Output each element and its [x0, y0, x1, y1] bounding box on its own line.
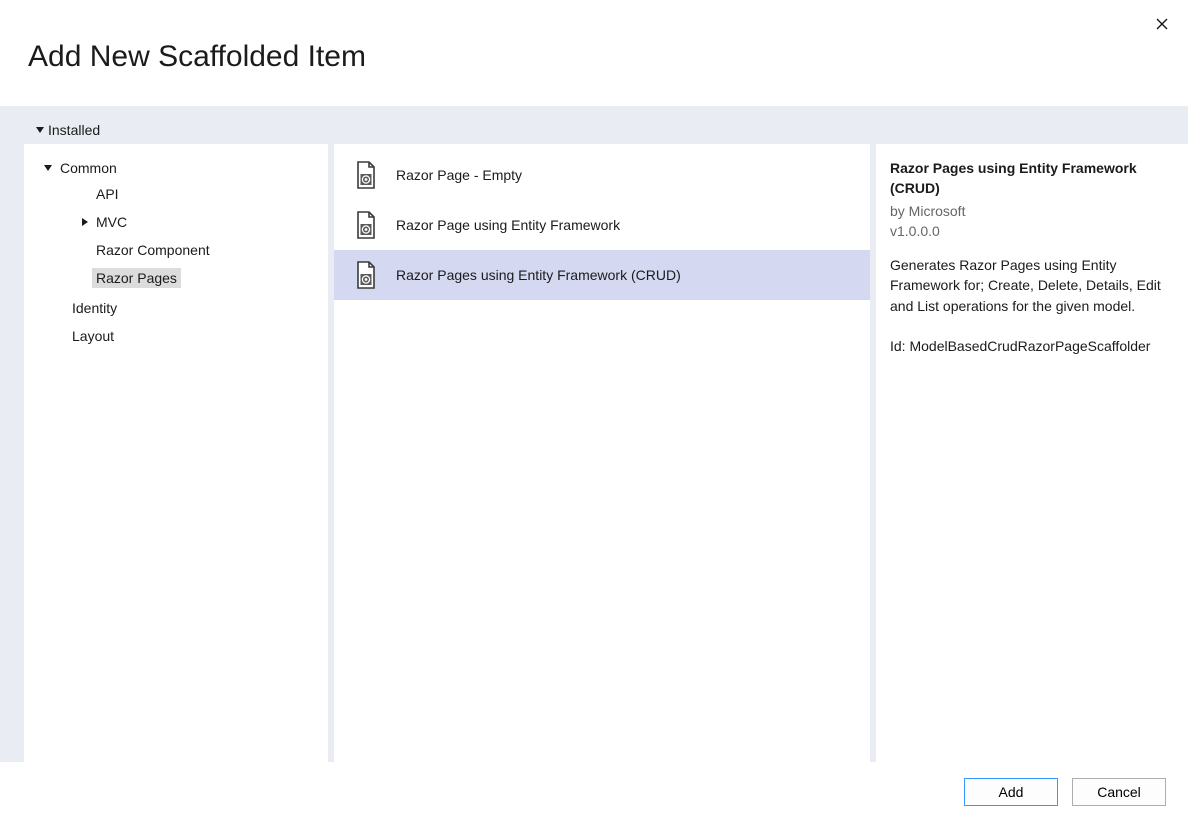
close-button[interactable]: [1152, 14, 1172, 34]
scaffold-dialog: Add New Scaffolded Item Installed: [0, 0, 1188, 822]
category-tree: Common API MVC: [24, 144, 328, 762]
dialog-body: Installed Common API: [0, 106, 1188, 762]
tree-node-label: Layout: [68, 326, 118, 346]
tree-node-mvc[interactable]: MVC: [32, 210, 320, 234]
details-title: Razor Pages using Entity Framework (CRUD…: [890, 158, 1174, 199]
tree-node-label: Razor Pages: [92, 268, 181, 288]
tree-node-identity[interactable]: Identity: [32, 296, 320, 320]
template-item-crud[interactable]: Razor Pages using Entity Framework (CRUD…: [334, 250, 870, 300]
tree-node-razor-component[interactable]: Razor Component: [32, 238, 320, 262]
details-author: by Microsoft: [890, 201, 1174, 221]
tab-installed[interactable]: Installed: [30, 114, 106, 144]
template-details: Razor Pages using Entity Framework (CRUD…: [876, 144, 1188, 762]
details-version: v1.0.0.0: [890, 221, 1174, 241]
cancel-button[interactable]: Cancel: [1072, 778, 1166, 806]
tree-node-label: MVC: [92, 212, 131, 232]
chevron-down-icon: [36, 127, 44, 133]
template-item-empty[interactable]: Razor Page - Empty: [334, 150, 870, 200]
tree-node-common[interactable]: Common: [32, 156, 320, 180]
category-tabbar: Installed: [0, 106, 1188, 144]
columns: Common API MVC: [0, 144, 1188, 762]
tree-node-label: Razor Component: [92, 240, 214, 260]
tab-label: Installed: [48, 122, 100, 138]
tree-node-label: Identity: [68, 298, 121, 318]
page-icon: [354, 211, 378, 239]
details-description: Generates Razor Pages using Entity Frame…: [890, 255, 1174, 316]
page-icon: [354, 161, 378, 189]
template-item-ef[interactable]: Razor Page using Entity Framework: [334, 200, 870, 250]
details-id: Id: ModelBasedCrudRazorPageScaffolder: [890, 336, 1174, 356]
page-icon: [354, 261, 378, 289]
template-label: Razor Page using Entity Framework: [396, 217, 620, 233]
chevron-right-icon: [82, 218, 88, 226]
tree-node-razor-pages[interactable]: Razor Pages: [32, 266, 320, 290]
dialog-title: Add New Scaffolded Item: [28, 40, 366, 74]
dialog-footer: Add Cancel: [0, 762, 1188, 822]
tree-node-api[interactable]: API: [32, 182, 320, 206]
chevron-down-icon: [44, 165, 52, 171]
tree-node-layout[interactable]: Layout: [32, 324, 320, 348]
add-button[interactable]: Add: [964, 778, 1058, 806]
template-list: Razor Page - Empty Razor Page using Enti…: [334, 144, 870, 762]
template-label: Razor Pages using Entity Framework (CRUD…: [396, 267, 681, 283]
close-icon: [1156, 18, 1168, 30]
template-label: Razor Page - Empty: [396, 167, 522, 183]
tree-node-label: API: [92, 184, 123, 204]
dialog-header: Add New Scaffolded Item: [0, 0, 1188, 106]
tree-node-label: Common: [56, 158, 121, 178]
